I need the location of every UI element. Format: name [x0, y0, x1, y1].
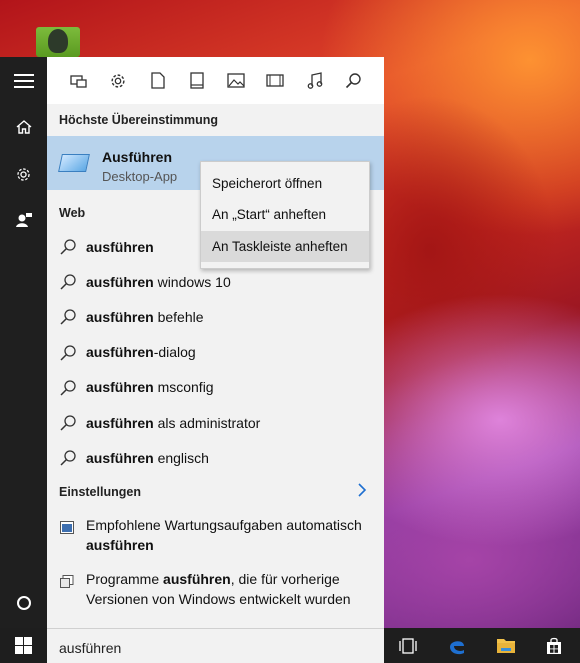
photos-filter-icon[interactable] — [224, 69, 248, 93]
taskbar: ausführen — [0, 628, 580, 663]
web-result-item[interactable]: ausführen als administrator — [47, 405, 384, 440]
web-result-item[interactable]: ausführen befehle — [47, 299, 384, 334]
web-result-rest: msconfig — [153, 379, 214, 396]
web-result-rest: windows 10 — [153, 273, 231, 290]
apps-filter-icon[interactable] — [67, 69, 91, 93]
home-icon[interactable] — [0, 107, 47, 147]
web-result-text: ausführen — [86, 239, 154, 255]
context-item-pin-start[interactable]: An „Start“ anheften — [201, 199, 369, 230]
web-result-bold: ausführen — [86, 308, 154, 325]
task-view-icon[interactable] — [384, 628, 432, 663]
web-result-item[interactable]: ausführen englisch — [47, 440, 384, 475]
videos-filter-icon[interactable] — [263, 69, 287, 93]
store-icon[interactable] — [530, 628, 578, 663]
search-icon — [59, 449, 77, 467]
edge-icon[interactable] — [433, 628, 481, 663]
folders-filter-icon[interactable] — [185, 69, 209, 93]
web-result-rest: als administrator — [153, 414, 261, 431]
search-icon — [59, 308, 77, 326]
web-result-bold: ausführen — [86, 344, 154, 361]
web-result-text: ausführen windows 10 — [86, 274, 231, 290]
search-icon — [59, 379, 77, 397]
web-result-text: ausführen als administrator — [86, 415, 260, 431]
web-result-text: ausführen-dialog — [86, 344, 196, 360]
web-result-text: ausführen msconfig — [86, 379, 214, 395]
run-app-icon — [58, 154, 90, 172]
search-icon[interactable] — [342, 69, 366, 93]
gear-icon[interactable] — [0, 154, 47, 194]
taskbar-search-input[interactable]: ausführen — [47, 628, 384, 663]
settings-result-bold: ausführen — [163, 571, 231, 587]
web-result-item[interactable]: ausführen msconfig — [47, 370, 384, 405]
compatibility-icon — [60, 573, 74, 588]
chevron-right-icon[interactable] — [355, 483, 369, 497]
web-result-bold: ausführen — [86, 449, 154, 466]
search-icon — [59, 344, 77, 362]
settings-result-text: Programme — [86, 571, 164, 587]
filter-toolbar — [47, 57, 384, 104]
search-input-value: ausführen — [59, 640, 122, 656]
context-item-pin-taskbar[interactable]: An Taskleiste anheften — [201, 231, 369, 262]
search-panel: Höchste Übereinstimmung Ausführen Deskto… — [47, 57, 384, 628]
context-menu: Speicherort öffnen An „Start“ anheften A… — [200, 161, 370, 269]
settings-result-bold: ausführen — [86, 537, 154, 553]
windows-start-icon[interactable] — [0, 628, 47, 663]
documents-filter-icon[interactable] — [146, 69, 170, 93]
web-header: Web — [59, 206, 86, 220]
best-match-subtitle: Desktop-App — [102, 169, 178, 184]
start-rail — [0, 57, 47, 628]
web-result-item[interactable]: ausführen-dialog — [47, 335, 384, 370]
web-result-item[interactable]: ausführen windows 10 — [47, 264, 384, 299]
evernote-icon[interactable] — [36, 27, 80, 57]
user-feedback-icon[interactable] — [0, 200, 47, 240]
web-result-text: ausführen befehle — [86, 309, 204, 325]
settings-result-text: Empfohlene Wartungsaufgaben automatisch — [86, 517, 362, 533]
maintenance-icon — [60, 519, 74, 534]
search-icon — [59, 273, 77, 291]
music-filter-icon[interactable] — [303, 69, 327, 93]
settings-filter-icon[interactable] — [106, 69, 130, 93]
web-result-bold: ausführen — [86, 379, 154, 396]
best-match-title: Ausführen — [102, 149, 172, 165]
settings-header: Einstellungen — [59, 485, 141, 499]
cortana-circle-icon[interactable] — [0, 583, 47, 623]
web-result-rest: englisch — [153, 449, 209, 466]
web-result-rest: befehle — [153, 308, 204, 325]
web-result-text: ausführen englisch — [86, 450, 209, 466]
web-result-bold: ausführen — [86, 273, 154, 290]
web-result-bold: ausführen — [86, 238, 154, 255]
search-icon — [59, 238, 77, 256]
hamburger-menu-icon[interactable] — [0, 61, 47, 101]
search-icon — [59, 414, 77, 432]
web-result-bold: ausführen — [86, 414, 154, 431]
best-match-header: Höchste Übereinstimmung — [59, 113, 219, 127]
file-explorer-icon[interactable] — [482, 628, 530, 663]
context-item-open-location[interactable]: Speicherort öffnen — [201, 168, 369, 199]
web-result-rest: -dialog — [153, 344, 196, 361]
